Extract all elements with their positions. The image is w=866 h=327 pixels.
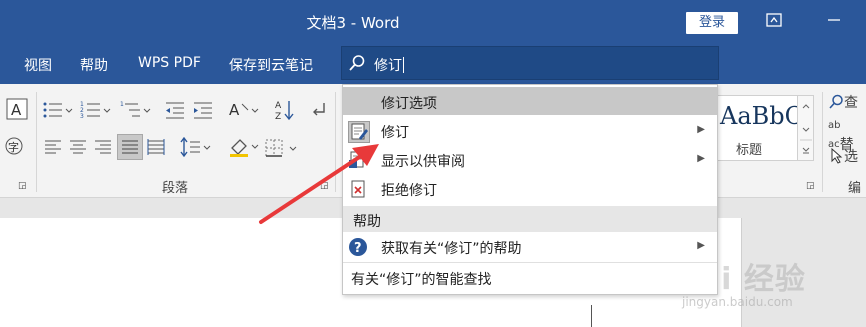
separator [343, 262, 717, 263]
multilevel-list-icon[interactable]: 1 [120, 100, 152, 124]
character-border-icon[interactable]: A [6, 98, 28, 124]
svg-text:字: 字 [8, 140, 19, 154]
menu-item-label: 拒绝修订 [381, 183, 437, 199]
align-left-icon[interactable] [44, 138, 62, 160]
section-header: 修订选项 [343, 87, 717, 115]
help-section-header: 帮助 [343, 206, 717, 232]
styles-dialog-launcher-icon[interactable]: ◲ [806, 181, 815, 191]
search-icon [348, 54, 366, 72]
menu-item-track-changes[interactable]: 修订 ▶ [343, 117, 717, 145]
select-button[interactable]: 选 [830, 146, 858, 166]
enclose-characters-icon[interactable]: 字 [4, 136, 24, 160]
tab-save-to-cloud-notes[interactable]: 保存到云笔记 [229, 55, 313, 75]
show-formatting-marks-icon[interactable] [310, 100, 328, 124]
login-button[interactable]: 登录 [686, 12, 738, 34]
submenu-arrow-icon: ▶ [697, 124, 705, 135]
svg-text:?: ? [354, 241, 362, 256]
align-right-icon[interactable] [94, 138, 112, 160]
watermark-url: jingyan.baidu.com [682, 295, 793, 309]
line-spacing-icon[interactable] [180, 136, 212, 161]
tell-me-search-box[interactable]: 修订 [341, 46, 719, 80]
text-cursor [591, 305, 592, 327]
svg-text:Z: Z [275, 112, 281, 122]
menu-item-display-for-review[interactable]: 显示以供审阅 ▶ [343, 146, 717, 174]
styles-gallery[interactable]: AaBbC 标题 [717, 95, 814, 161]
tab-wps-pdf[interactable]: WPS PDF [138, 55, 201, 71]
group-divider [36, 92, 37, 192]
justify-icon[interactable] [117, 134, 143, 160]
svg-text:A: A [11, 101, 22, 119]
smart-lookup-link[interactable]: 有关“修订”的智能查找 [351, 269, 492, 289]
bullets-icon[interactable] [42, 100, 74, 124]
search-results-dropdown: 修订选项 修订 ▶ 显示以供审阅 ▶ 拒绝修订 帮助 ? 获取有关“修订”的帮助… [342, 84, 718, 295]
section-title: 修订选项 [381, 96, 437, 112]
svg-text:A: A [275, 101, 282, 111]
style-title-label: 标题 [736, 143, 763, 158]
menu-item-get-help[interactable]: ? 获取有关“修订”的帮助 ▶ [343, 233, 717, 261]
find-button[interactable]: 查 [828, 92, 858, 112]
chinese-layout-icon[interactable]: A [228, 100, 260, 124]
numbering-icon[interactable]: 123 [80, 100, 112, 124]
svg-text:3: 3 [80, 113, 84, 120]
increase-indent-icon[interactable] [192, 100, 214, 124]
submenu-arrow-icon: ▶ [697, 240, 705, 251]
annotation-arrow [259, 144, 379, 224]
menu-item-reject-revision[interactable]: 拒绝修订 [343, 175, 717, 203]
tab-help[interactable]: 帮助 [80, 55, 108, 75]
menu-item-label: 显示以供审阅 [381, 154, 465, 170]
menu-item-label: 获取有关“修订”的帮助 [381, 241, 522, 257]
submenu-arrow-icon: ▶ [697, 153, 705, 164]
style-sample: AaBbC [720, 102, 804, 130]
help-icon: ? [348, 237, 370, 259]
group-divider [822, 92, 823, 192]
menu-item-label: 修订 [381, 125, 409, 141]
svg-text:A: A [229, 101, 240, 119]
sort-icon[interactable]: AZ [274, 98, 296, 126]
tab-view[interactable]: 视图 [24, 55, 52, 75]
styles-scrollbar[interactable] [797, 96, 813, 160]
minimize-icon[interactable] [820, 10, 848, 34]
search-input[interactable]: 修订 [374, 55, 404, 75]
distributed-icon[interactable] [147, 138, 165, 160]
title-bar: 文档3 - Word 登录 [0, 0, 866, 44]
svg-text:1: 1 [120, 101, 124, 108]
ribbon-display-options-icon[interactable] [760, 10, 788, 34]
paragraph-group-label: 段落 [162, 181, 189, 196]
editing-group-label: 编 [848, 181, 862, 196]
font-dialog-launcher-icon[interactable]: ◲ [18, 181, 27, 191]
align-center-icon[interactable] [69, 138, 87, 160]
decrease-indent-icon[interactable] [164, 100, 186, 124]
